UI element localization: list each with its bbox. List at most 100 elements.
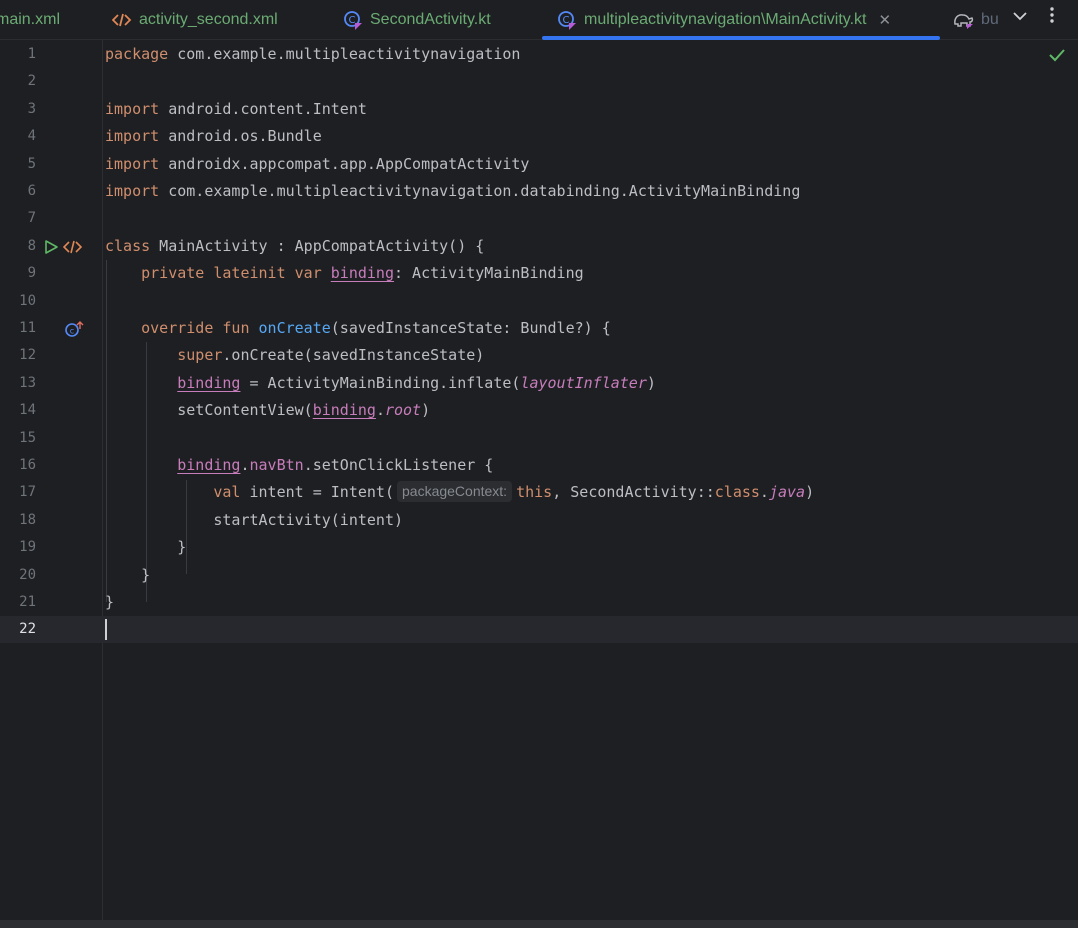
line-number: 22 [19,621,36,638]
code-text: binding = ActivityMainBinding.inflate(la… [105,370,656,397]
code-token: . [759,483,769,502]
code-text: class MainActivity : AppCompatActivity()… [105,233,484,260]
tab-label: multipleactivitynavigation\MainActivity.… [584,11,867,28]
code-token: MainActivity : AppCompatActivity() { [150,236,485,255]
text-caret [105,619,107,641]
code-line[interactable]: 22 [0,616,1078,644]
line-number: 17 [19,484,36,501]
code-line[interactable]: 3 import android.content.Intent [0,96,1078,123]
code-line[interactable]: 9 private lateinit var binding: Activity… [0,260,1078,287]
code-line[interactable]: 20 } [0,562,1078,589]
code-text: } [105,534,186,561]
code-line[interactable]: 2 [0,68,1078,95]
code-line[interactable]: 19 } [0,534,1078,561]
code-text: super.onCreate(savedInstanceState) [105,342,484,369]
line-number: 7 [27,210,36,227]
code-line[interactable]: 1 package com.example.multipleactivitynav… [0,41,1078,68]
code-line[interactable]: 6 import com.example.multipleactivitynavi… [0,178,1078,205]
editor-tab-bar: main.xml activity_second.xml C SecondAct… [0,0,1078,40]
svg-text:c: c [70,327,74,336]
code-line[interactable]: 12 super.onCreate(savedInstanceState) [0,342,1078,369]
tab-build-gradle[interactable]: bu [952,0,998,40]
code-line[interactable]: 5 import androidx.appcompat.app.AppCompat… [0,151,1078,178]
code-line[interactable]: 7 [0,205,1078,232]
code-line[interactable]: 4 import android.os.Bundle [0,123,1078,150]
code-line[interactable]: 15 [0,425,1078,452]
code-token: .onCreate(savedInstanceState) [222,346,485,365]
more-options-button[interactable] [1039,0,1065,34]
code-token: import [105,154,160,173]
line-number: 9 [27,265,36,282]
tab-activity-second-xml[interactable]: activity_second.xml [112,0,278,40]
line-number: 18 [19,511,36,528]
code-text: val intent = Intent(packageContext: this,… [105,479,814,506]
code-editor[interactable]: 1 package com.example.multipleactivitynav… [0,40,1078,920]
tab-main-xml[interactable]: main.xml [0,0,60,40]
layout-xml-icon[interactable] [63,238,83,256]
parameter-hint: packageContext: [397,481,513,503]
line-number: 1 [27,46,36,62]
tab-second-activity-kt[interactable]: C SecondActivity.kt [343,0,491,40]
line-number: 5 [27,155,36,172]
code-token: package [105,45,169,63]
code-token: android.content.Intent [159,99,367,118]
line-number: 19 [19,539,36,556]
code-line[interactable]: 18 startActivity(intent) [0,507,1078,534]
code-token: root [384,401,422,420]
kotlin-class-icon: C [557,10,577,30]
line-number: 14 [19,402,36,419]
code-line[interactable]: 17 val intent = Intent(packageContext: th… [0,479,1078,506]
code-token: : ActivityMainBinding [394,264,584,283]
code-token: super [177,346,223,365]
tab-label: bu [981,11,998,28]
override-method-icon[interactable]: c [64,320,84,338]
code-token: ) [805,483,815,502]
code-line[interactable]: 11 override fun onCreate(savedInstanceSt… [0,315,1078,342]
code-token: } [105,565,151,584]
line-number: 11 [19,320,36,336]
code-token: android.os.Bundle [159,127,322,146]
code-line[interactable]: 14 setContentView(binding.root) [0,397,1078,424]
code-line[interactable]: 8 class MainActivity : AppCompatActivity(… [0,233,1078,260]
code-token: override fun [141,319,250,337]
code-token: ) [421,401,431,420]
line-number: 2 [27,73,36,90]
code-token: java [768,483,806,502]
code-line[interactable]: 10 [0,288,1078,315]
tab-overflow-button[interactable] [1007,0,1033,34]
code-token: intent = Intent( [240,483,394,502]
kotlin-class-icon: C [343,10,363,30]
checkmark-icon[interactable] [1048,48,1066,67]
tab-main-activity-kt[interactable]: C multipleactivitynavigation\MainActivit… [557,0,891,40]
code-token: binding [330,264,394,283]
code-token: private lateinit var [141,264,322,283]
line-number: 6 [27,183,36,199]
line-number: 4 [27,128,36,145]
svg-text:C: C [563,15,570,26]
gradle-elephant-icon [952,11,974,29]
code-line[interactable]: 16 binding.navBtn.setOnClickListener { [0,452,1078,479]
horizontal-scrollbar[interactable] [0,920,1078,928]
close-icon[interactable]: ✕ [878,11,891,29]
tab-label: main.xml [0,11,61,28]
run-icon[interactable] [42,238,60,256]
code-token: (savedInstanceState: Bundle?) { [330,319,611,337]
svg-text:C: C [349,15,356,26]
code-token: ) [646,373,656,392]
code-text: setContentView(binding.root) [105,397,430,424]
code-line[interactable]: 13 binding = ActivityMainBinding.inflate… [0,370,1078,397]
line-number: 8 [27,237,36,254]
code-token: . [375,401,385,420]
code-token: binding [177,456,241,474]
code-token: binding [312,401,376,420]
code-token: setContentView( [105,401,313,420]
code-token: . [240,456,250,474]
code-line[interactable]: 21} [0,589,1078,616]
code-token: val [213,483,241,502]
code-text: startActivity(intent) [105,507,403,534]
line-number: 10 [19,292,36,309]
